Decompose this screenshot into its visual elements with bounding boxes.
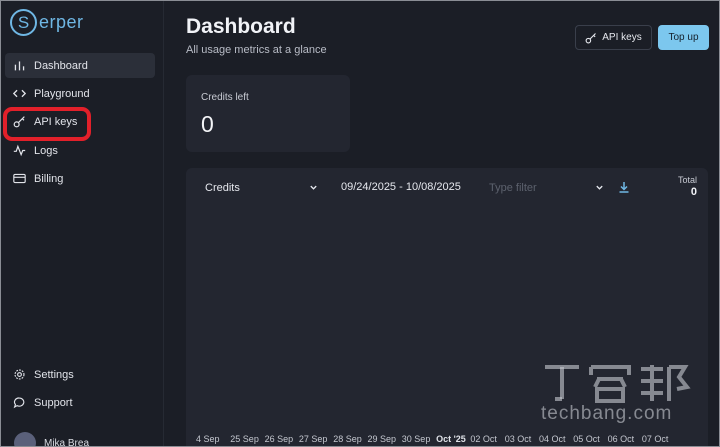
x-tick-label: 30 Sep [401, 434, 431, 444]
sidebar-item-settings[interactable]: Settings [5, 362, 155, 387]
credit-card-icon [13, 173, 26, 184]
api-keys-button[interactable]: API keys [575, 25, 652, 50]
key-icon [585, 32, 597, 43]
x-tick-label: 02 Oct [470, 434, 497, 444]
page-subtitle: All usage metrics at a glance [186, 44, 327, 56]
page-title: Dashboard [186, 15, 296, 38]
x-tick-label: 06 Oct [607, 434, 635, 444]
api-keys-highlight-annotation [3, 107, 91, 141]
total-value: 0 [690, 186, 697, 198]
sidebar-item-logs[interactable]: Logs [5, 138, 155, 163]
chat-icon [13, 397, 25, 409]
x-tick-label: 26 Sep [264, 434, 294, 444]
x-tick-label: 05 Oct [573, 434, 600, 444]
credits-label: Credits left [201, 92, 249, 103]
date-range-picker[interactable]: 09/24/2025 - 10/08/2025 [341, 179, 461, 196]
x-tick-label: 4 Sep [196, 434, 220, 444]
api-keys-button-label: API keys [602, 32, 642, 43]
sidebar-item-label: Logs [34, 144, 58, 157]
user-profile[interactable]: Mika Brea [14, 432, 89, 447]
sidebar-item-support[interactable]: Support [5, 390, 155, 415]
x-tick-label: 28 Sep [333, 434, 362, 444]
credits-value: 0 [201, 111, 214, 137]
chevron-down-icon [310, 185, 317, 190]
avatar [14, 432, 36, 447]
credits-card: Credits left 0 [186, 75, 350, 152]
x-tick-label: 29 Sep [367, 434, 397, 444]
activity-icon [13, 144, 26, 157]
x-axis-ticks: 4 Sep 25 Sep 26 Sep 27 Sep 28 Sep 29 Sep 30 Se… [196, 434, 706, 447]
user-name: Mika Brea [44, 437, 90, 447]
x-tick-label: 04 Oct [539, 434, 566, 444]
serper-logo[interactable]: S erper [10, 9, 84, 36]
type-filter-input[interactable] [489, 181, 584, 194]
sidebar: S erper Dashboard Playground API keys Lo… [0, 0, 164, 447]
sidebar-item-playground[interactable]: Playground [5, 81, 155, 106]
x-tick-label: Oct '25 [436, 434, 466, 444]
logo-mark: S [10, 9, 37, 36]
techbang-watermark-logo [545, 365, 691, 403]
top-up-button[interactable]: Top up [658, 25, 709, 50]
sidebar-item-label: Playground [34, 87, 90, 100]
x-tick-label: 25 Sep [230, 434, 259, 444]
sidebar-item-label: Settings [34, 368, 74, 381]
sidebar-item-label: Dashboard [34, 59, 88, 72]
sidebar-item-dashboard[interactable]: Dashboard [5, 53, 155, 78]
gear-icon [14, 369, 25, 380]
sidebar-item-billing[interactable]: Billing [5, 166, 155, 191]
bar-chart-icon [14, 61, 25, 71]
download-icon[interactable] [618, 181, 630, 193]
x-tick-label: 03 Oct [504, 434, 532, 444]
x-tick-label: 07 Oct [641, 434, 669, 444]
sidebar-item-label: Billing [34, 172, 64, 185]
sidebar-item-label: Support [34, 396, 73, 409]
total-label: Total [677, 175, 697, 185]
type-filter-select[interactable] [484, 179, 604, 196]
metric-select-value: Credits [205, 181, 240, 194]
logo-text: erper [39, 12, 84, 32]
watermark-domain: techbang.com [541, 403, 673, 424]
code-icon [13, 89, 26, 98]
x-tick-label: 27 Sep [298, 434, 328, 444]
chevron-down-icon [596, 185, 603, 190]
metric-select[interactable]: Credits [205, 179, 318, 196]
